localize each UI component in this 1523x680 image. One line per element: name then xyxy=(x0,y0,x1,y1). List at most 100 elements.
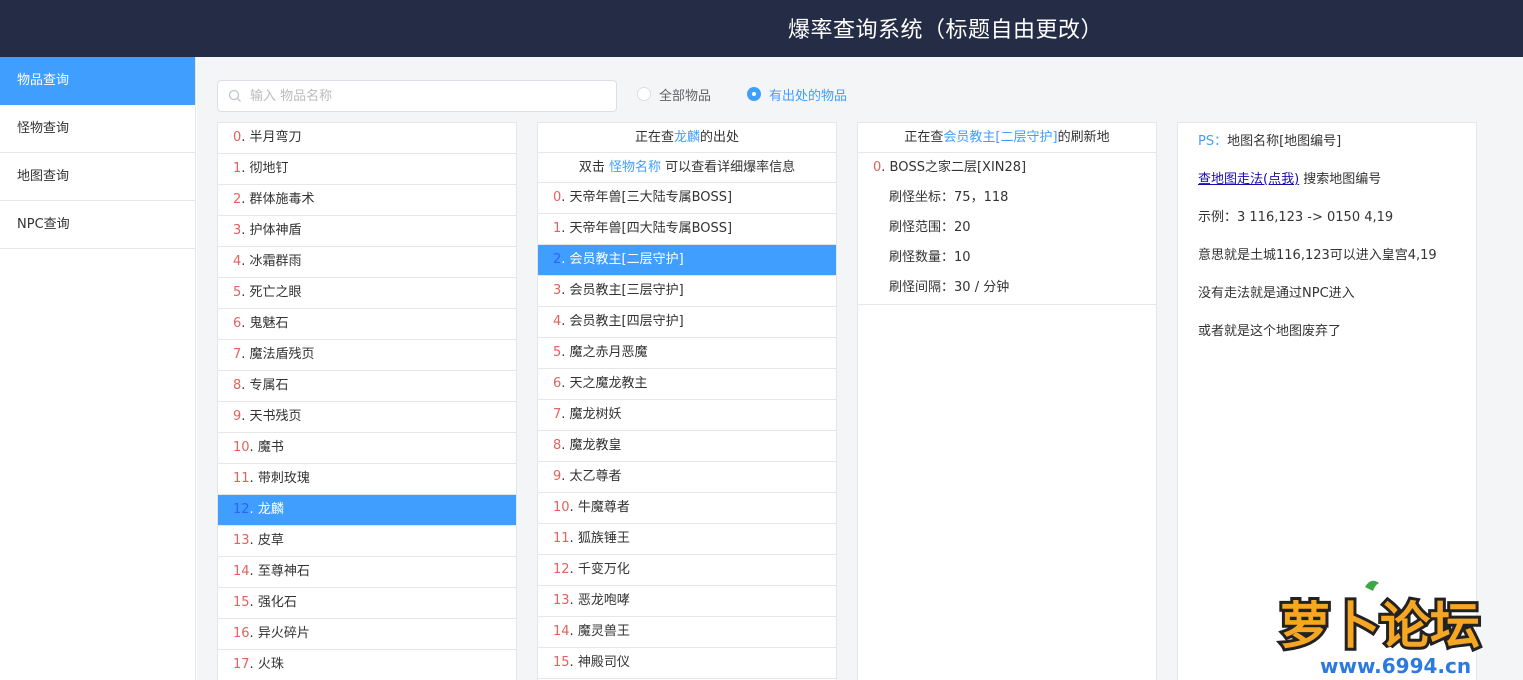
detail-label: 刷怪范围 xyxy=(889,220,942,235)
item-index-dot: . xyxy=(249,440,258,455)
map-path-link-prefix[interactable]: 查地图 xyxy=(1198,172,1237,187)
radio-circle xyxy=(637,87,651,101)
hint-prefix: 双击 xyxy=(578,160,609,175)
search-input[interactable] xyxy=(250,85,610,107)
item-row[interactable]: 11. 带刺玫瑰 xyxy=(218,464,516,495)
item-row[interactable]: 12. 龙麟 xyxy=(218,495,516,526)
monster-index-dot: . xyxy=(561,314,570,329)
item-row[interactable]: 9. 天书残页 xyxy=(218,402,516,433)
monster-row[interactable]: 9. 太乙尊者 xyxy=(538,462,836,493)
site-watermark-logo: 萝卜论坛 www.6994.cn xyxy=(1277,580,1483,680)
item-name: 带刺玫瑰 xyxy=(257,471,310,486)
item-row[interactable]: 0. 半月弯刀 xyxy=(218,123,516,154)
monster-index-dot: . xyxy=(569,531,578,546)
sidebar-item-monster-query[interactable]: 怪物查询 xyxy=(0,105,195,153)
monster-row[interactable]: 8. 魔龙教皇 xyxy=(538,431,836,462)
item-row[interactable]: 16. 异火碎片 xyxy=(218,619,516,650)
refresh-location-panel: 正在查会员教主[二层守护]的刷新地 0. BOSS之家二层[XIN28] 刷怪坐… xyxy=(857,122,1157,680)
item-row[interactable]: 13. 皮草 xyxy=(218,526,516,557)
monster-row[interactable]: 11. 狐族锤王 xyxy=(538,524,836,555)
monster-index-dot: . xyxy=(561,407,570,422)
item-index-dot: . xyxy=(241,316,250,331)
radio-items-with-source[interactable]: 有出处的物品 xyxy=(747,85,847,104)
item-index: 13 xyxy=(233,533,250,548)
item-index: 14 xyxy=(233,564,250,579)
monster-name: 会员教主[三层守护] xyxy=(569,283,684,298)
note-no-path: 没有走法就是通过NPC进入 xyxy=(1198,286,1355,301)
item-name: 至尊神石 xyxy=(257,564,310,579)
item-row[interactable]: 7. 魔法盾残页 xyxy=(218,340,516,371)
item-name: 鬼魅石 xyxy=(249,316,289,331)
monster-row[interactable]: 12. 千变万化 xyxy=(538,555,836,586)
monster-row[interactable]: 5. 魔之赤月恶魔 xyxy=(538,338,836,369)
item-name: 死亡之眼 xyxy=(249,285,302,300)
heading-item-name: 龙麟 xyxy=(673,130,700,145)
item-index-dot: . xyxy=(249,626,258,641)
item-index: 15 xyxy=(233,595,250,610)
monster-row[interactable]: 2. 会员教主[二层守护] xyxy=(538,245,836,276)
monster-row[interactable]: 13. 恶龙咆哮 xyxy=(538,586,836,617)
item-row[interactable]: 10. 魔书 xyxy=(218,433,516,464)
monster-name: 恶龙咆哮 xyxy=(577,593,630,608)
item-index-dot: . xyxy=(241,378,250,393)
monster-row[interactable]: 0. 天帝年兽[三大陆专属BOSS] xyxy=(538,183,836,214)
monster-row[interactable]: 4. 会员教主[四层守护] xyxy=(538,307,836,338)
item-index-dot: . xyxy=(241,161,250,176)
monster-index-dot: . xyxy=(569,593,578,608)
radio-circle xyxy=(747,87,761,101)
item-row[interactable]: 2. 群体施毒术 xyxy=(218,185,516,216)
monster-row[interactable]: 14. 魔灵兽王 xyxy=(538,617,836,648)
sidebar-item-item-query[interactable]: 物品查询 xyxy=(0,57,195,105)
monster-row[interactable]: 6. 天之魔龙教主 xyxy=(538,369,836,400)
monster-index-dot: . xyxy=(569,500,578,515)
item-name: 天书残页 xyxy=(249,409,302,424)
sidebar: 物品查询 怪物查询 地图查询 NPC查询 xyxy=(0,57,196,680)
item-index: 16 xyxy=(233,626,250,641)
sidebar-item-npc-query[interactable]: NPC查询 xyxy=(0,201,195,249)
item-row[interactable]: 4. 冰霜群雨 xyxy=(218,247,516,278)
hint-highlight: 怪物名称 xyxy=(608,160,661,175)
item-row[interactable]: 14. 至尊神石 xyxy=(218,557,516,588)
item-row[interactable]: 17. 火珠 xyxy=(218,650,516,680)
item-index: 12 xyxy=(233,502,250,517)
item-index-dot: . xyxy=(249,564,258,579)
item-index-dot: . xyxy=(241,409,250,424)
radio-all-items[interactable]: 全部物品 xyxy=(637,85,711,104)
sidebar-item-map-query[interactable]: 地图查询 xyxy=(0,153,195,201)
spawn-interval: 刷怪间隔：30 / 分钟 xyxy=(889,280,1010,295)
monster-name: 会员教主[四层守护] xyxy=(569,314,684,329)
item-index-dot: . xyxy=(241,254,250,269)
item-row[interactable]: 5. 死亡之眼 xyxy=(218,278,516,309)
monster-row[interactable]: 7. 魔龙树妖 xyxy=(538,400,836,431)
monster-index-dot: . xyxy=(569,655,578,670)
monster-row[interactable]: 15. 神殿司仪 xyxy=(538,648,836,679)
item-name: 群体施毒术 xyxy=(249,192,315,207)
monster-row[interactable]: 1. 天帝年兽[四大陆专属BOSS] xyxy=(538,214,836,245)
heading-suffix: 的刷新地 xyxy=(1057,130,1110,145)
spawn-count: 刷怪数量：10 xyxy=(889,250,971,265)
detail-value: 20 xyxy=(954,220,971,235)
monster-index: 13 xyxy=(553,593,570,608)
item-index: 10 xyxy=(233,440,250,455)
item-name: 异火碎片 xyxy=(257,626,310,641)
item-row[interactable]: 8. 专属石 xyxy=(218,371,516,402)
search-box[interactable] xyxy=(217,80,617,112)
monster-index-dot: . xyxy=(561,438,570,453)
item-index-dot: . xyxy=(241,347,250,362)
monster-index: 14 xyxy=(553,624,570,639)
item-index-dot: . xyxy=(249,502,258,517)
map-path-link[interactable]: 走法(点我) xyxy=(1237,172,1299,187)
item-name: 魔法盾残页 xyxy=(249,347,315,362)
item-index-dot: . xyxy=(241,285,250,300)
note-meaning: 意思就是土城116,123可以进入皇宫4,19 xyxy=(1198,248,1437,263)
map-entry[interactable]: 0. BOSS之家二层[XIN28] xyxy=(858,153,1156,183)
item-row[interactable]: 6. 鬼魅石 xyxy=(218,309,516,340)
item-row[interactable]: 1. 彻地钉 xyxy=(218,154,516,185)
monster-row[interactable]: 3. 会员教主[三层守护] xyxy=(538,276,836,307)
monster-name: 魔之赤月恶魔 xyxy=(569,345,648,360)
svg-text:www.6994.cn: www.6994.cn xyxy=(1320,654,1471,678)
detail-label: 刷怪数量 xyxy=(889,250,942,265)
item-row[interactable]: 3. 护体神盾 xyxy=(218,216,516,247)
item-row[interactable]: 15. 强化石 xyxy=(218,588,516,619)
monster-row[interactable]: 10. 牛魔尊者 xyxy=(538,493,836,524)
